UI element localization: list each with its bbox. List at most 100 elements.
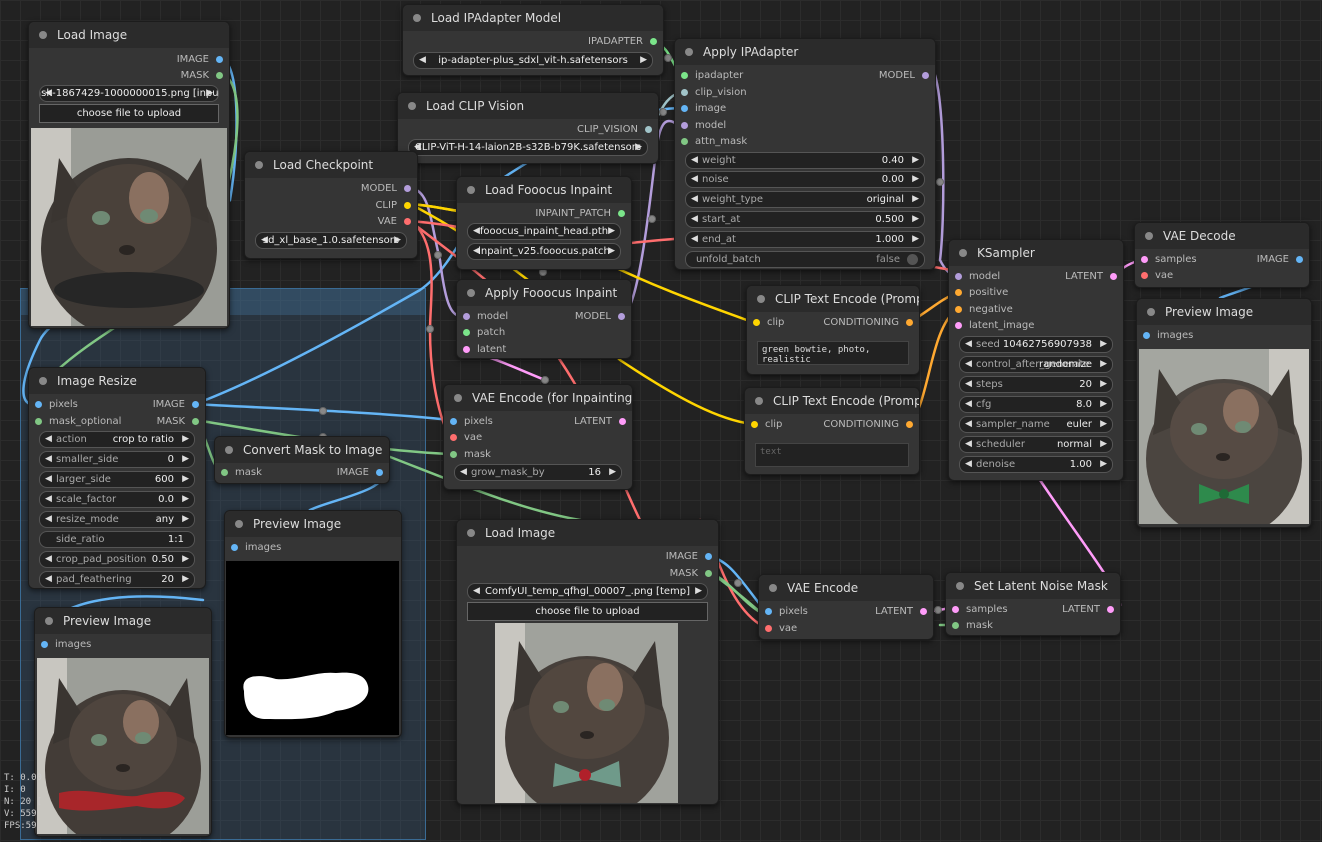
output-dot[interactable] xyxy=(705,552,712,560)
scheduler-widget[interactable]: ◀ scheduler normal ▶ xyxy=(959,436,1113,453)
input-model[interactable]: model xyxy=(463,309,508,325)
node-title[interactable]: KSampler xyxy=(949,240,1123,266)
output-latent[interactable]: LATENT xyxy=(1065,269,1117,285)
weight-type-widget[interactable]: ◀ weight_type original ▶ xyxy=(685,191,925,208)
arrow-left-icon[interactable]: ◀ xyxy=(45,432,52,447)
input-dot[interactable] xyxy=(753,318,760,326)
arrow-left-icon[interactable]: ◀ xyxy=(460,465,467,480)
output-image[interactable]: IMAGE xyxy=(666,549,712,565)
arrow-right-icon[interactable]: ▶ xyxy=(1100,357,1107,372)
input-dot[interactable] xyxy=(681,71,688,79)
apply-ipadapter-node[interactable]: Apply IPAdapter ipadapter clip_vision im… xyxy=(674,38,936,270)
input-attn-mask[interactable]: attn_mask xyxy=(681,134,747,150)
input-latent[interactable]: latent xyxy=(463,342,506,358)
arrow-right-icon[interactable]: ▶ xyxy=(640,53,647,68)
vae-decode-node[interactable]: VAE Decode samples vae IMAGE xyxy=(1134,222,1310,288)
output-image[interactable]: IMAGE xyxy=(1257,252,1303,268)
output-conditioning[interactable]: CONDITIONING xyxy=(823,417,913,433)
input-dot[interactable] xyxy=(1141,271,1148,279)
arrow-right-icon[interactable]: ▶ xyxy=(1100,397,1107,412)
pad-feathering-widget[interactable]: ◀ pad_feathering 20 ▶ xyxy=(39,571,195,588)
arrow-right-icon[interactable]: ▶ xyxy=(182,572,189,587)
arrow-left-icon[interactable]: ◀ xyxy=(691,232,698,247)
upload-button[interactable]: choose file to upload xyxy=(467,602,708,621)
output-dot[interactable] xyxy=(404,184,411,192)
output-vae[interactable]: VAE xyxy=(378,214,411,230)
input-dot[interactable] xyxy=(463,328,470,336)
input-pixels[interactable]: pixels xyxy=(450,414,493,430)
input-negative[interactable]: negative xyxy=(955,302,1013,318)
arrow-left-icon[interactable]: ◀ xyxy=(965,377,972,392)
input-images[interactable]: images xyxy=(231,540,281,556)
output-dot[interactable] xyxy=(922,71,929,79)
output-mask[interactable]: MASK xyxy=(157,414,199,430)
node-title[interactable]: Apply Fooocus Inpaint xyxy=(457,280,631,306)
input-dot[interactable] xyxy=(952,621,959,629)
input-dot[interactable] xyxy=(450,433,457,441)
preview-image-result-node[interactable]: Preview Image images xyxy=(1136,298,1312,528)
image-select[interactable]: ◀ ComfyUI_temp_qfhgl_00007_.png [temp] ▶ xyxy=(467,583,708,600)
sampler-name-widget[interactable]: ◀ sampler_name euler ▶ xyxy=(959,416,1113,433)
output-clip-vision[interactable]: CLIP_VISION xyxy=(577,122,652,138)
toggle-knob[interactable] xyxy=(907,254,918,265)
convert-mask-to-image-node[interactable]: Convert Mask to Image mask IMAGE xyxy=(214,436,390,484)
apply-fooocus-inpaint-node[interactable]: Apply Fooocus Inpaint model patch latent… xyxy=(456,279,632,359)
arrow-left-icon[interactable]: ◀ xyxy=(965,417,972,432)
input-dot[interactable] xyxy=(955,288,962,296)
input-dot[interactable] xyxy=(681,88,688,96)
arrow-left-icon[interactable]: ◀ xyxy=(45,512,52,527)
ipadapter-file-select[interactable]: ◀ ip-adapter-plus_sdxl_vit-h.safetensors ▶ xyxy=(413,52,653,69)
image-resize-node[interactable]: Image Resize pixels mask_optional IMAGE … xyxy=(28,367,206,589)
arrow-left-icon[interactable]: ◀ xyxy=(45,452,52,467)
ksampler-node[interactable]: KSampler model positive negative latent_… xyxy=(948,239,1124,481)
output-dot[interactable] xyxy=(1107,605,1114,613)
arrow-right-icon[interactable]: ▶ xyxy=(1100,417,1107,432)
side-ratio-widget[interactable]: side_ratio 1:1 xyxy=(39,531,195,548)
patch-file-select[interactable]: ◀ inpaint_v25.fooocus.patch ▶ xyxy=(467,243,621,260)
input-dot[interactable] xyxy=(955,305,962,313)
scale-factor-widget[interactable]: ◀ scale_factor 0.0 ▶ xyxy=(39,491,195,508)
input-dot[interactable] xyxy=(463,312,470,320)
output-image[interactable]: IMAGE xyxy=(153,397,199,413)
arrow-right-icon[interactable]: ▶ xyxy=(1100,457,1107,472)
output-dot[interactable] xyxy=(404,201,411,209)
input-model[interactable]: model xyxy=(681,118,726,134)
arrow-right-icon[interactable]: ▶ xyxy=(608,224,615,239)
prompt-text-input[interactable]: green bowtie, photo, realistic xyxy=(757,341,909,365)
input-patch[interactable]: patch xyxy=(463,325,505,341)
arrow-left-icon[interactable]: ◀ xyxy=(965,457,972,472)
arrow-right-icon[interactable]: ▶ xyxy=(608,244,615,259)
arrow-right-icon[interactable]: ▶ xyxy=(635,140,642,155)
input-dot[interactable] xyxy=(681,104,688,112)
input-mask[interactable]: mask xyxy=(952,618,993,634)
node-title[interactable]: Image Resize xyxy=(29,368,205,394)
output-latent[interactable]: LATENT xyxy=(875,604,927,620)
input-vae[interactable]: vae xyxy=(1141,268,1173,284)
output-dot[interactable] xyxy=(192,400,199,408)
arrow-left-icon[interactable]: ◀ xyxy=(45,472,52,487)
input-ipadapter[interactable]: ipadapter xyxy=(681,68,743,84)
arrow-right-icon[interactable]: ▶ xyxy=(182,432,189,447)
output-dot[interactable] xyxy=(619,417,626,425)
clip-vision-file-select[interactable]: ◀ CLIP-ViT-H-14-laion2B-s32B-b79K.safeten… xyxy=(408,139,648,156)
input-clip[interactable]: clip xyxy=(751,417,782,433)
input-model[interactable]: model xyxy=(955,269,1000,285)
node-title[interactable]: VAE Decode xyxy=(1135,223,1309,249)
head-file-select[interactable]: ◀ fooocus_inpaint_head.pth ▶ xyxy=(467,223,621,240)
node-title[interactable]: Load CLIP Vision xyxy=(398,93,658,119)
input-dot[interactable] xyxy=(681,121,688,129)
output-conditioning[interactable]: CONDITIONING xyxy=(823,315,913,331)
node-title[interactable]: Load Image xyxy=(457,520,718,546)
load-checkpoint-node[interactable]: Load Checkpoint MODEL CLIP VAE ◀ sd_xl_ba… xyxy=(244,151,418,259)
output-latent[interactable]: LATENT xyxy=(574,414,626,430)
input-dot[interactable] xyxy=(751,420,758,428)
input-dot[interactable] xyxy=(955,272,962,280)
arrow-left-icon[interactable]: ◀ xyxy=(965,397,972,412)
input-pixels[interactable]: pixels xyxy=(765,604,808,620)
node-title[interactable]: Load IPAdapter Model xyxy=(403,5,663,31)
set-latent-noise-mask-node[interactable]: Set Latent Noise Mask samples mask LATEN… xyxy=(945,572,1121,636)
vae-encode-inpainting-node[interactable]: VAE Encode (for Inpainting) pixels vae m… xyxy=(443,384,633,490)
node-title[interactable]: Preview Image xyxy=(225,511,401,537)
output-dot[interactable] xyxy=(1110,272,1117,280)
prompt-text-input[interactable]: text xyxy=(755,443,909,467)
